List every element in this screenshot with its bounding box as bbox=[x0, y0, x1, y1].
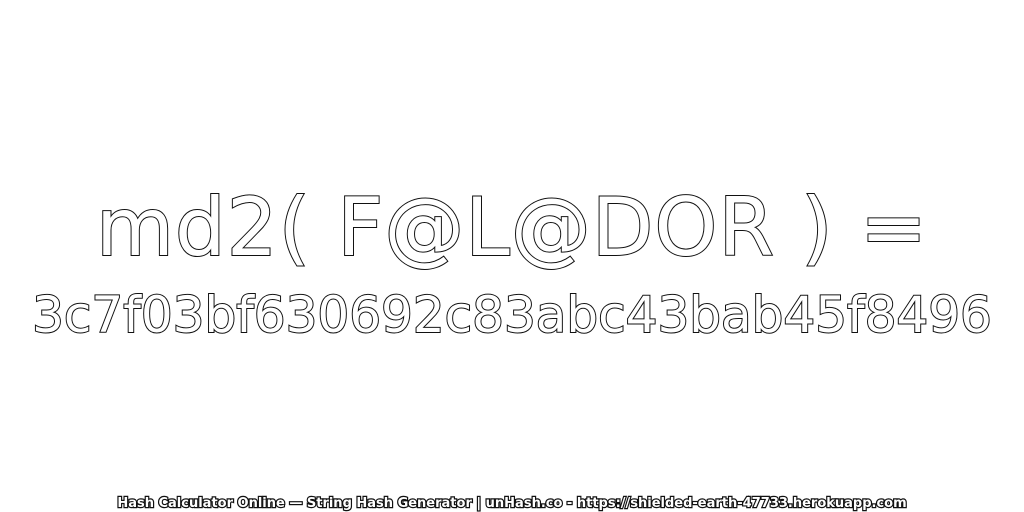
hash-expression: md2( F@L@DOR ) = bbox=[95, 181, 929, 274]
footer-caption: Hash Calculator Online — String Hash Gen… bbox=[116, 496, 908, 511]
image-canvas: md2( F@L@DOR ) = 3c7f03bf630692c83abc43b… bbox=[0, 0, 1024, 512]
hash-value: 3c7f03bf630692c83abc43bab45f8496 bbox=[31, 286, 993, 344]
